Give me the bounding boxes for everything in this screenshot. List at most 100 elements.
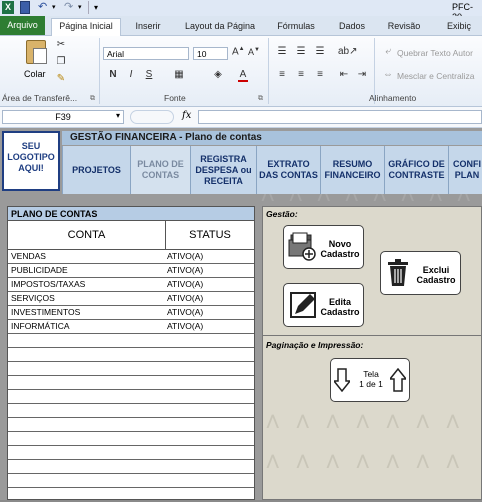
table-row-empty[interactable] xyxy=(8,474,254,488)
nav-config-button[interactable]: CONFI PLAN xyxy=(448,146,482,194)
tab-formulas[interactable]: Fórmulas xyxy=(270,19,322,34)
tab-page-layout[interactable]: Layout da Página xyxy=(178,19,262,34)
table-row-empty[interactable] xyxy=(8,334,254,348)
borders-icon[interactable]: ▦ xyxy=(174,69,184,80)
save-icon[interactable] xyxy=(20,1,30,14)
undo-dropdown-icon[interactable]: ▾ xyxy=(52,1,58,14)
alignment-group-label: Alinhamento xyxy=(369,93,417,103)
orientation-icon[interactable]: ab↗ xyxy=(338,46,358,57)
merge-center-button[interactable]: Mesclar e Centraliza xyxy=(397,71,474,81)
insert-function-icon[interactable]: fx xyxy=(182,110,191,121)
tab-home[interactable]: Página Inicial xyxy=(51,18,121,36)
exclui-cadastro-button[interactable]: Exclui Cadastro xyxy=(380,251,461,295)
nav-projetos-button[interactable]: PROJETOS xyxy=(62,146,130,194)
ribbon-separator xyxy=(99,38,100,104)
clipboard-launcher-icon[interactable]: ⧉ xyxy=(90,95,95,103)
name-box[interactable]: F39 xyxy=(2,110,124,124)
cell-status: ATIVO(A) xyxy=(167,279,204,289)
table-row-empty[interactable] xyxy=(8,348,254,362)
table-row-empty[interactable] xyxy=(8,362,254,376)
table-row-empty[interactable] xyxy=(8,446,254,460)
cell-conta: SERVIÇOS xyxy=(11,293,55,303)
nav-plano-de-contas-button[interactable]: PLANO DE CONTAS xyxy=(130,146,190,194)
customize-toolbar-icon[interactable]: ▾ xyxy=(94,1,102,14)
edita-cadastro-button[interactable]: Edita Cadastro xyxy=(283,283,364,327)
wrap-text-icon[interactable]: ⤶ xyxy=(382,46,394,57)
pagination-control: Tela 1 de 1 xyxy=(330,358,410,402)
column-header-status: STATUS xyxy=(189,229,231,241)
nav-extrato-button[interactable]: EXTRATO DAS CONTAS xyxy=(256,146,320,194)
cell-conta: PUBLICIDADE xyxy=(11,265,68,275)
cell-conta: INFORMÁTICA xyxy=(11,321,70,331)
align-bottom-icon[interactable]: ☰ xyxy=(314,46,326,57)
formula-input[interactable] xyxy=(198,110,482,124)
fill-color-icon[interactable]: ◈ xyxy=(212,69,224,80)
wrap-text-button[interactable]: Quebrar Texto Autor xyxy=(397,48,473,58)
grow-font-icon[interactable]: A▲ xyxy=(232,46,245,57)
cell-status: ATIVO(A) xyxy=(167,307,204,317)
edit-icon xyxy=(289,290,317,320)
font-name-select[interactable]: Arial xyxy=(103,47,189,60)
align-center-icon[interactable]: ≡ xyxy=(295,69,307,80)
table-row-empty[interactable] xyxy=(8,404,254,418)
table-row-empty[interactable] xyxy=(8,460,254,474)
table-row[interactable]: INFORMÁTICA ATIVO(A) xyxy=(8,320,254,334)
page-down-button[interactable] xyxy=(332,368,352,393)
tab-file[interactable]: Arquivo xyxy=(0,16,45,35)
decrease-indent-icon[interactable]: ⇤ xyxy=(338,69,350,80)
undo-icon[interactable]: ↶ xyxy=(38,1,50,14)
table-row[interactable]: INVESTIMENTOS ATIVO(A) xyxy=(8,306,254,320)
tab-review[interactable]: Revisão xyxy=(380,19,428,34)
column-header-conta: CONTA xyxy=(8,221,166,249)
italic-button[interactable]: I xyxy=(126,69,136,80)
formula-bar: F39 ▾ fx xyxy=(0,107,482,128)
nav-registra-button[interactable]: REGISTRA DESPESA ou RECEITA xyxy=(190,146,256,194)
table-row-empty[interactable] xyxy=(8,376,254,390)
align-middle-icon[interactable]: ☰ xyxy=(295,46,307,57)
actions-panel: Gestão: Novo Cadastro Edita Cadastro Exc… xyxy=(262,206,482,500)
nav-grafico-button[interactable]: GRÁFICO DE CONTRASTE xyxy=(384,146,448,194)
table-row[interactable]: SERVIÇOS ATIVO(A) xyxy=(8,292,254,306)
cut-icon[interactable]: ✂ xyxy=(55,39,67,50)
page-title: GESTÃO FINANCEIRA - Plano de contas xyxy=(62,131,482,145)
tab-data[interactable]: Dados xyxy=(330,19,374,34)
table-row-empty[interactable] xyxy=(8,432,254,446)
shrink-font-icon[interactable]: A▼ xyxy=(248,47,260,57)
logo-placeholder: SEU LOGOTIPO AQUI! xyxy=(2,131,60,191)
merge-center-icon[interactable]: ⇔ xyxy=(382,69,394,80)
edita-cadastro-label: Edita Cadastro xyxy=(320,297,360,317)
redo-icon[interactable]: ↷ xyxy=(64,1,76,14)
align-right-icon[interactable]: ≡ xyxy=(314,69,326,80)
table-row-empty[interactable] xyxy=(8,418,254,432)
title-bar: X ↶ ▾ ↷ ▾ ▾ PFC-20 xyxy=(0,0,482,22)
name-box-dropdown-icon[interactable]: ▾ xyxy=(116,111,120,120)
bold-button[interactable]: N xyxy=(108,69,118,80)
section-divider xyxy=(263,335,481,336)
font-launcher-icon[interactable]: ⧉ xyxy=(258,95,263,103)
paste-button-label[interactable]: Colar xyxy=(24,69,46,79)
font-size-select[interactable]: 10 xyxy=(193,47,228,60)
redo-dropdown-icon[interactable]: ▾ xyxy=(78,1,84,14)
table-row[interactable]: IMPOSTOS/TAXAS ATIVO(A) xyxy=(8,278,254,292)
page-up-button[interactable] xyxy=(388,367,408,392)
increase-indent-icon[interactable]: ⇥ xyxy=(356,69,368,80)
nav-resumo-button[interactable]: RESUMO FINANCEIRO xyxy=(320,146,384,194)
font-color-icon[interactable]: A xyxy=(238,69,248,82)
table-row[interactable]: PUBLICIDADE ATIVO(A) xyxy=(8,264,254,278)
align-top-icon[interactable]: ☰ xyxy=(276,46,288,57)
font-group-label: Fonte xyxy=(164,93,186,103)
table-header: CONTA STATUS xyxy=(8,221,254,250)
underline-button[interactable]: S xyxy=(144,69,154,80)
format-painter-icon[interactable]: ✎ xyxy=(55,73,67,84)
cell-status: ATIVO(A) xyxy=(167,321,204,331)
novo-cadastro-button[interactable]: Novo Cadastro xyxy=(283,225,364,269)
paste-icon[interactable] xyxy=(26,40,47,64)
tab-view[interactable]: Exibiç xyxy=(436,19,482,34)
copy-icon[interactable]: ❐ xyxy=(55,56,67,67)
align-left-icon[interactable]: ≡ xyxy=(276,69,288,80)
folder-add-icon xyxy=(288,231,316,261)
table-row-empty[interactable] xyxy=(8,390,254,404)
tab-insert[interactable]: Inserir xyxy=(126,19,170,34)
formula-bar-grip-icon[interactable] xyxy=(130,110,174,124)
table-row[interactable]: VENDAS ATIVO(A) xyxy=(8,250,254,264)
